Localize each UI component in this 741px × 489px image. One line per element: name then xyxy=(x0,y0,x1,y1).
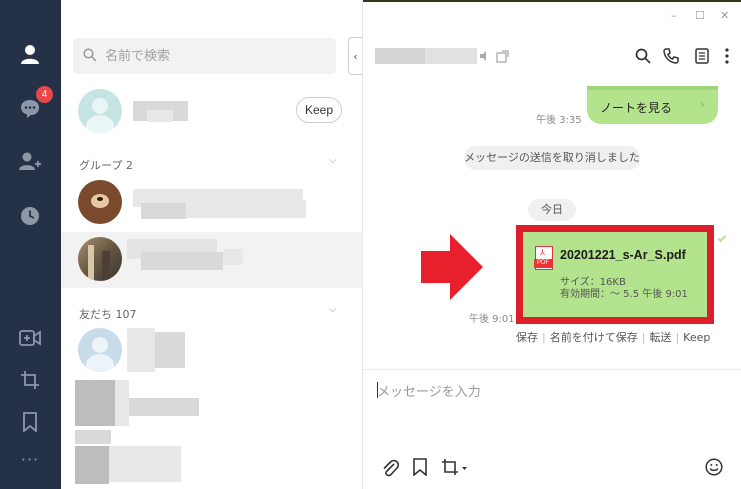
avatar-redacted xyxy=(115,380,129,426)
attach-icon[interactable] xyxy=(381,458,399,478)
chevron-down-icon[interactable]: ⌵ xyxy=(329,155,337,166)
file-size: サイズ：16KB xyxy=(560,277,626,288)
more-vertical-icon[interactable] xyxy=(725,48,729,64)
save-as-action[interactable]: 名前を付けて保存 xyxy=(550,329,638,345)
friend-name-redacted xyxy=(155,332,185,368)
crop-screenshot-icon[interactable] xyxy=(441,458,469,476)
chat-pane: – ☐ ✕ 午後 3:35 ノートを見る › メッセージの送信を取り消しました … xyxy=(363,0,741,489)
red-arrow-annotation xyxy=(421,234,483,300)
message-time: 午後 9:01 xyxy=(469,314,515,325)
avatar xyxy=(78,237,122,281)
search-input[interactable] xyxy=(105,46,325,66)
file-message-bubble[interactable]: ⅄ PDF 20201221_s-Ar_S.pdf サイズ：16KB 有効期間：… xyxy=(523,232,707,317)
groups-header[interactable]: グループ 2 xyxy=(79,157,133,173)
line-desktop-window: 4 ··· 名前で検索 ‹ Keep グループ 2 ⌵ 友だち 107 ⌵ – … xyxy=(0,0,741,489)
pdf-type-tag: PDF xyxy=(534,259,552,268)
chats-tab[interactable]: 4 xyxy=(14,86,53,124)
note-link-label: ノートを見る xyxy=(600,101,673,115)
pdf-file-icon: ⅄ PDF xyxy=(534,246,553,270)
search-icon[interactable] xyxy=(635,48,651,64)
phone-icon[interactable] xyxy=(663,48,679,64)
file-expiry: 有効期間：～ 5.5 午後 9:01 xyxy=(560,289,688,300)
window-top-edge xyxy=(363,0,741,2)
external-window-icon[interactable] xyxy=(496,50,509,63)
system-message: メッセージの送信を取り消しました xyxy=(464,146,640,170)
clock-icon xyxy=(21,207,39,225)
avatar-redacted xyxy=(75,446,109,484)
message-input[interactable] xyxy=(377,381,727,403)
action-divider: | xyxy=(641,331,646,344)
keep-tab[interactable] xyxy=(14,406,46,438)
chevron-right-icon: › xyxy=(700,97,705,111)
add-friend-tab[interactable] xyxy=(14,146,46,178)
person-icon xyxy=(21,45,39,64)
more-menu[interactable]: ··· xyxy=(14,443,46,475)
file-name: 20201221_s-Ar_S.pdf xyxy=(560,248,686,262)
file-actions: 保存 | 名前を付けて保存 | 転送 | Keep xyxy=(516,329,710,345)
avatar xyxy=(78,180,122,224)
group-name-redacted xyxy=(141,203,186,219)
acrobat-icon: ⅄ xyxy=(540,248,545,257)
friend-name-redacted xyxy=(127,328,155,372)
video-plus-icon xyxy=(19,330,41,346)
friend-name-redacted xyxy=(109,446,181,482)
screenshot-tab[interactable] xyxy=(14,364,46,396)
chevron-down-icon[interactable]: ⌵ xyxy=(329,304,337,315)
search-icon xyxy=(83,48,97,62)
collapse-list-button[interactable]: ‹ xyxy=(348,37,362,75)
save-action[interactable]: 保存 xyxy=(516,329,538,345)
search-box[interactable] xyxy=(73,38,336,74)
highlight-frame: ⅄ PDF 20201221_s-Ar_S.pdf サイズ：16KB 有効期間：… xyxy=(516,225,714,324)
avatar-redacted xyxy=(75,380,115,426)
forward-action[interactable]: 転送 xyxy=(649,329,671,345)
friends-tab[interactable] xyxy=(14,38,46,70)
nav-rail: 4 ··· xyxy=(0,0,61,489)
avatar-redacted xyxy=(75,430,111,444)
text-caret xyxy=(377,382,378,398)
emoji-icon[interactable] xyxy=(705,458,723,476)
video-call-tab[interactable] xyxy=(14,322,46,354)
profile-name-redacted xyxy=(147,110,173,122)
history-tab[interactable] xyxy=(14,200,46,232)
speaker-icon[interactable] xyxy=(479,50,491,62)
keep-button[interactable]: Keep xyxy=(296,97,342,123)
notes-icon[interactable] xyxy=(695,48,709,64)
action-divider: | xyxy=(542,331,546,344)
group-name-redacted xyxy=(186,200,306,218)
maximize-button[interactable]: ☐ xyxy=(695,9,705,22)
minimize-button[interactable]: – xyxy=(671,9,677,22)
close-button[interactable]: ✕ xyxy=(720,9,729,22)
keep-action[interactable]: Keep xyxy=(683,331,710,344)
chat-title-redacted xyxy=(425,48,477,64)
friend-name-redacted xyxy=(129,398,199,416)
bookmark-icon xyxy=(23,412,37,432)
message-time: 午後 3:35 xyxy=(536,115,582,126)
chat-title-redacted xyxy=(375,48,425,64)
group-name-redacted xyxy=(223,249,243,265)
crop-icon xyxy=(21,371,39,389)
bookmark-icon[interactable] xyxy=(413,458,427,476)
action-divider: | xyxy=(675,331,680,344)
date-separator: 今日 xyxy=(528,199,576,221)
unread-badge: 4 xyxy=(36,86,53,103)
add-friend-icon xyxy=(19,152,41,170)
group-name-redacted xyxy=(141,252,223,270)
composer-divider xyxy=(363,369,741,370)
list-pane: ‹ Keep グループ 2 ⌵ 友だち 107 ⌵ xyxy=(61,0,363,489)
avatar xyxy=(78,89,122,133)
friends-header[interactable]: 友だち 107 xyxy=(79,306,137,322)
note-bubble[interactable]: ノートを見る › xyxy=(587,86,718,124)
avatar xyxy=(78,328,122,372)
